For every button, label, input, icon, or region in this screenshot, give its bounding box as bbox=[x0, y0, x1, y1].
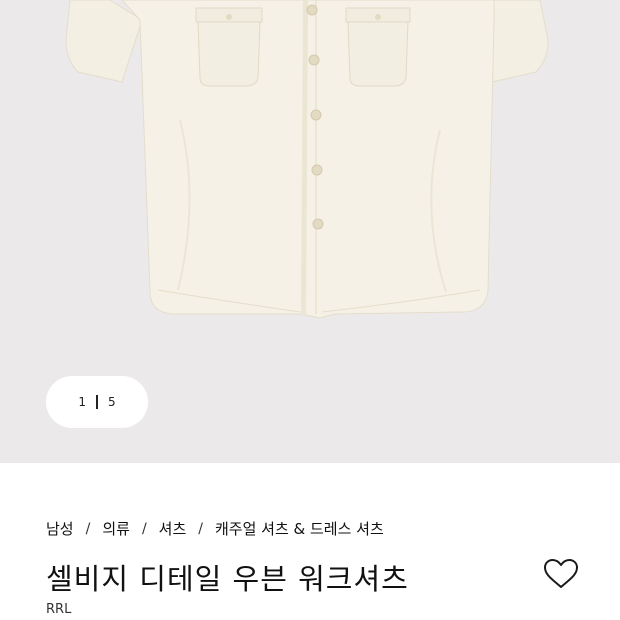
breadcrumb-item-casual-dress-shirts[interactable]: 캐주얼 셔츠 & 드레스 셔츠 bbox=[215, 518, 384, 539]
image-pager[interactable]: 1 5 bbox=[46, 376, 148, 428]
breadcrumb-separator: / bbox=[141, 520, 147, 537]
pager-separator bbox=[96, 395, 98, 409]
product-title: 셀비지 디테일 우븐 워크셔츠 bbox=[46, 562, 409, 596]
breadcrumb-item-clothing[interactable]: 의류 bbox=[102, 518, 130, 539]
product-gallery[interactable]: 1 5 bbox=[0, 0, 620, 463]
breadcrumb: 남성 / 의류 / 셔츠 / 캐주얼 셔츠 & 드레스 셔츠 bbox=[46, 518, 384, 539]
breadcrumb-separator: / bbox=[198, 520, 203, 537]
wishlist-button[interactable] bbox=[543, 558, 579, 590]
brand-name[interactable]: RRL bbox=[46, 602, 71, 617]
breadcrumb-item-shirts[interactable]: 셔츠 bbox=[159, 518, 187, 539]
pager-current: 1 bbox=[78, 395, 86, 409]
product-page: 1 5 남성 / 의류 / 셔츠 / 캐주얼 셔츠 & 드레스 셔츠 셀비지 디… bbox=[0, 0, 620, 620]
pager-total: 5 bbox=[108, 395, 116, 409]
breadcrumb-separator: / bbox=[85, 520, 91, 537]
heart-outline-icon bbox=[544, 559, 578, 588]
product-info: 남성 / 의류 / 셔츠 / 캐주얼 셔츠 & 드레스 셔츠 셀비지 디테일 우… bbox=[0, 463, 620, 620]
breadcrumb-item-men[interactable]: 남성 bbox=[46, 518, 74, 539]
